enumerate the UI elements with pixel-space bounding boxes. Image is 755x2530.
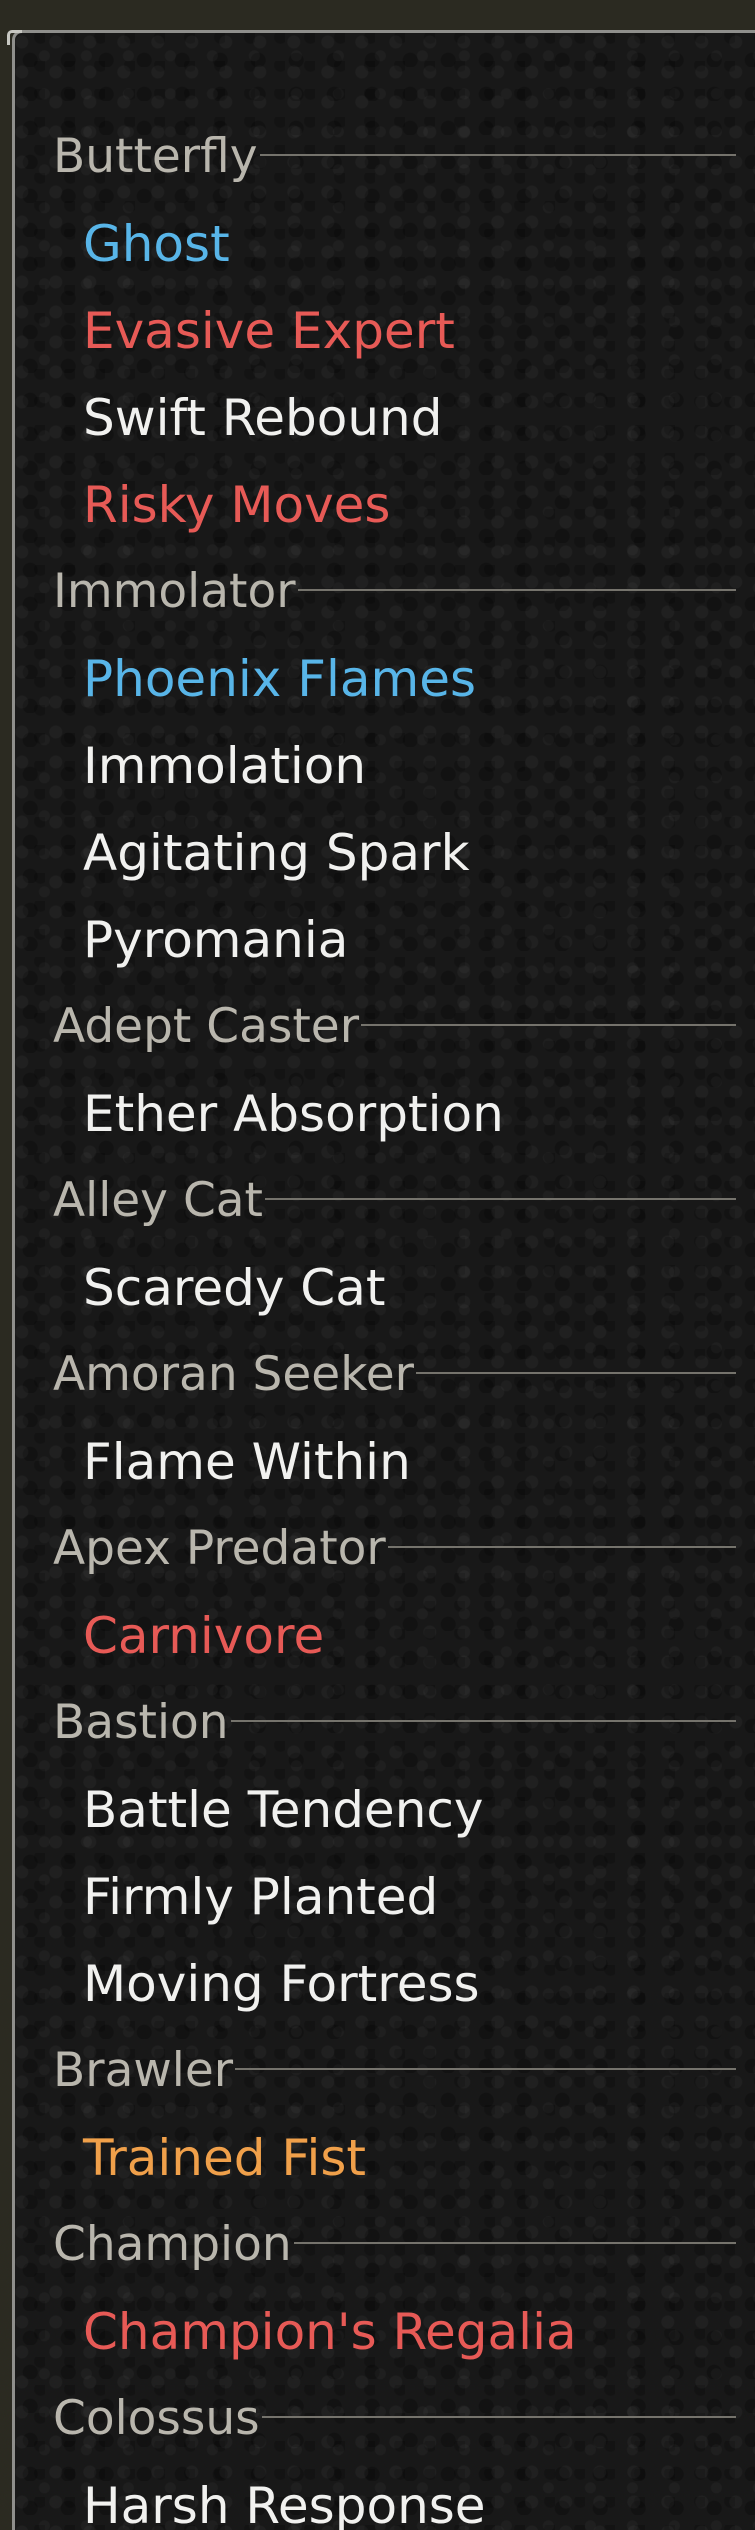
group-divider [259, 154, 736, 156]
group-divider [297, 589, 736, 591]
group-label: Champion [53, 2217, 292, 2272]
perk-item-harsh-response[interactable]: Harsh Response [15, 2462, 755, 2530]
perk-item-risky-moves[interactable]: Risky Moves [15, 461, 755, 548]
perk-item-evasive-expert[interactable]: Evasive Expert [15, 287, 755, 374]
group-divider [387, 1546, 736, 1548]
perk-list: Butterfly Ghost Evasive Expert Swift Reboun… [15, 113, 755, 2530]
group-header-amoran-seeker: Amoran Seeker [15, 1331, 755, 1418]
perk-item-firmly-planted[interactable]: Firmly Planted [15, 1853, 755, 1940]
perk-item-phoenix-flames[interactable]: Phoenix Flames [15, 635, 755, 722]
group-label: Colossus [53, 2391, 260, 2446]
group-label: Brawler [53, 2043, 234, 2098]
perk-item-agitating-spark[interactable]: Agitating Spark [15, 809, 755, 896]
perk-item-swift-rebound[interactable]: Swift Rebound [15, 374, 755, 461]
perk-item-ghost[interactable]: Ghost [15, 200, 755, 287]
group-divider [261, 2416, 736, 2418]
group-label: Alley Cat [53, 1173, 263, 1228]
group-header-colossus: Colossus [15, 2375, 755, 2462]
perk-item-champion-s-regalia[interactable]: Champion's Regalia [15, 2288, 755, 2375]
perk-item-moving-fortress[interactable]: Moving Fortress [15, 1940, 755, 2027]
group-label: Bastion [53, 1695, 229, 1750]
group-divider [230, 1720, 736, 1722]
group-header-butterfly: Butterfly [15, 113, 755, 200]
group-label: Butterfly [53, 129, 258, 184]
perk-list-panel: Butterfly Ghost Evasive Expert Swift Reboun… [12, 30, 755, 2530]
perk-item-flame-within[interactable]: Flame Within [15, 1418, 755, 1505]
perk-item-immolation[interactable]: Immolation [15, 722, 755, 809]
group-header-apex-predator: Apex Predator [15, 1505, 755, 1592]
group-divider [293, 2242, 736, 2244]
perk-item-battle-tendency[interactable]: Battle Tendency [15, 1766, 755, 1853]
perk-item-ether-absorption[interactable]: Ether Absorption [15, 1070, 755, 1157]
panel-corner-ornament [7, 30, 22, 45]
group-header-alley-cat: Alley Cat [15, 1157, 755, 1244]
group-divider [265, 1198, 736, 1200]
group-header-bastion: Bastion [15, 1679, 755, 1766]
group-header-brawler: Brawler [15, 2027, 755, 2114]
perk-item-pyromania[interactable]: Pyromania [15, 896, 755, 983]
group-label: Amoran Seeker [53, 1347, 414, 1402]
group-divider [235, 2068, 736, 2070]
group-divider [361, 1024, 736, 1026]
perk-item-scaredy-cat[interactable]: Scaredy Cat [15, 1244, 755, 1331]
group-header-immolator: Immolator [15, 548, 755, 635]
group-divider [416, 1372, 736, 1374]
group-header-champion: Champion [15, 2201, 755, 2288]
group-label: Adept Caster [53, 999, 360, 1054]
group-label: Apex Predator [53, 1521, 386, 1576]
group-header-adept-caster: Adept Caster [15, 983, 755, 1070]
perk-item-carnivore[interactable]: Carnivore [15, 1592, 755, 1679]
group-label: Immolator [53, 564, 296, 619]
perk-item-trained-fist[interactable]: Trained Fist [15, 2114, 755, 2201]
